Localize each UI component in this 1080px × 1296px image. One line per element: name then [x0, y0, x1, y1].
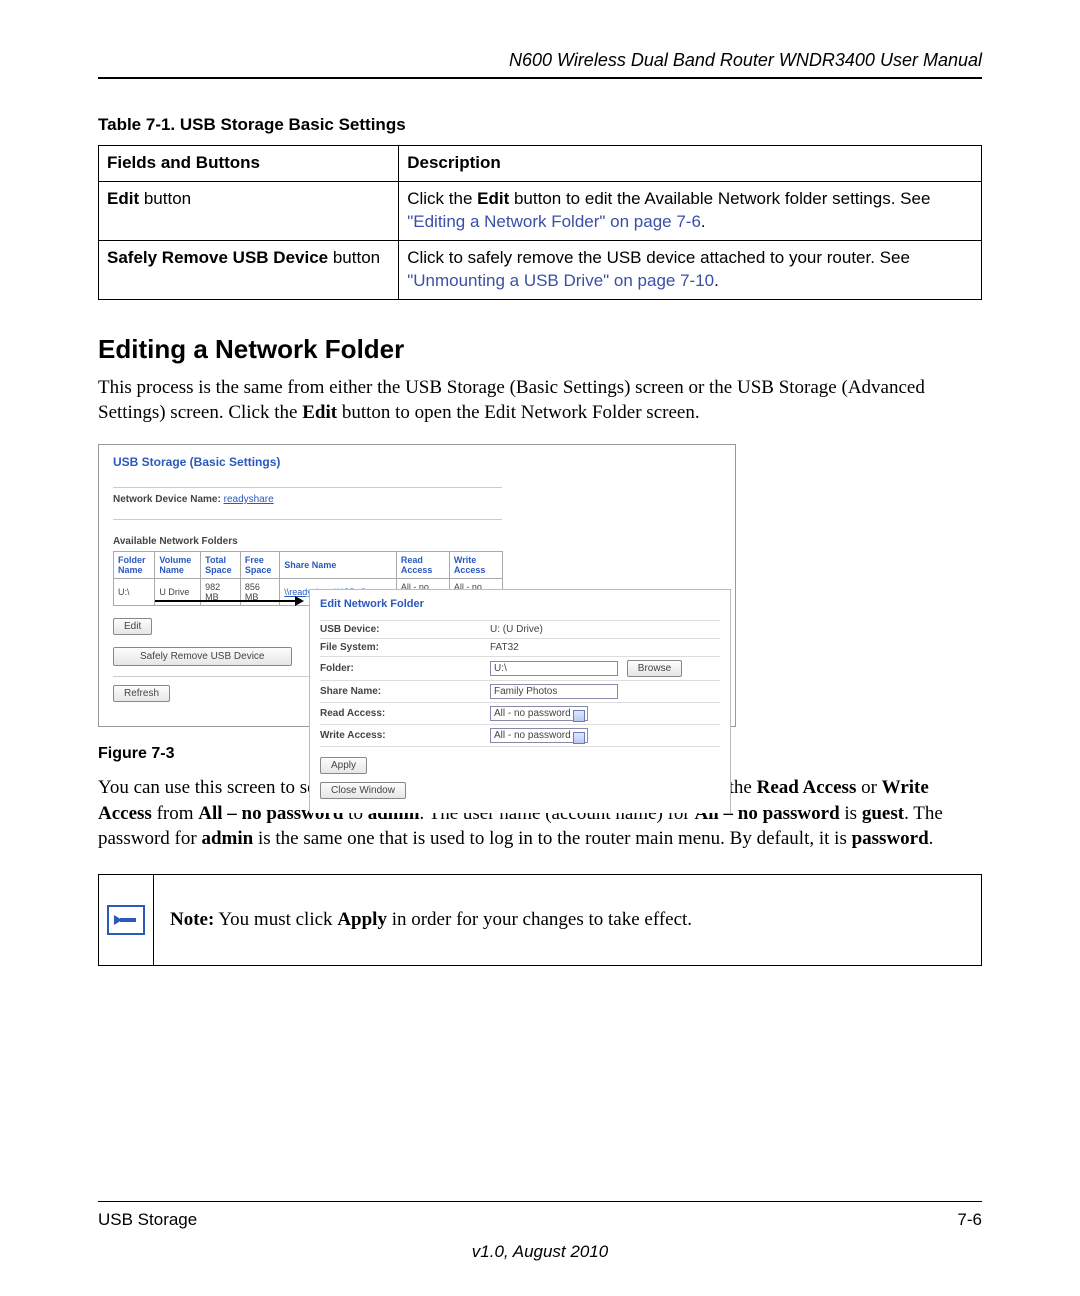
close-window-button[interactable]: Close Window	[320, 782, 406, 799]
table-row: Safely Remove USB Device button Click to…	[99, 240, 982, 299]
screenshot: USB Storage (Basic Settings) Network Dev…	[98, 444, 736, 727]
ub9: password	[852, 828, 929, 849]
col-free: Free Space	[240, 551, 279, 578]
settings-table: Fields and Buttons Description Edit butt…	[98, 145, 982, 300]
safely-remove-button[interactable]: Safely Remove USB Device	[113, 647, 292, 666]
intro-paragraph: This process is the same from either the…	[98, 375, 982, 426]
readaccess-label: Read Access:	[320, 708, 490, 719]
footer-version: v1.0, August 2010	[98, 1242, 982, 1262]
folder-label: Folder:	[320, 663, 490, 674]
available-folders-label: Available Network Folders	[113, 536, 502, 547]
cell-folder: U:\	[114, 578, 155, 605]
filesystem-value: FAT32	[490, 642, 519, 653]
row2-link[interactable]: "Unmounting a USB Drive" on page 7-10	[407, 271, 714, 290]
row1-label-strong: Edit	[107, 189, 139, 208]
apply-button[interactable]: Apply	[320, 757, 367, 774]
up9: is the same one that is used to log in t…	[253, 828, 851, 849]
row1-d1: Click the	[407, 189, 477, 208]
row2-d1: Click to safely remove the USB device at…	[407, 248, 910, 267]
col-volume: Volume Name	[155, 551, 201, 578]
th-fields: Fields and Buttons	[99, 146, 399, 182]
note-label: Note:	[170, 909, 214, 930]
row1-link[interactable]: "Editing a Network Folder" on page 7-6	[407, 212, 701, 231]
row2-label-strong: Safely Remove USB Device	[107, 248, 328, 267]
netname-label: Network Device Name:	[113, 494, 224, 505]
ub2: Read Access	[757, 777, 857, 798]
note-rest: in order for your changes to take effect…	[387, 909, 692, 930]
folder-input[interactable]: U:\	[490, 661, 618, 676]
up7: is	[840, 803, 862, 824]
writeaccess-select[interactable]: All - no password	[490, 728, 588, 743]
row1-d3: button to edit the Available Network fol…	[509, 189, 930, 208]
screenshot-title: USB Storage (Basic Settings)	[113, 455, 502, 469]
page-header: N600 Wireless Dual Band Router WNDR3400 …	[98, 50, 982, 79]
up10: .	[929, 828, 934, 849]
edit-network-folder-panel: Edit Network Folder USB Device: U: (U Dr…	[309, 589, 731, 813]
col-write: Write Access	[449, 551, 502, 578]
writeaccess-label: Write Access:	[320, 730, 490, 741]
row1-d4: .	[701, 212, 706, 231]
col-total: Total Space	[201, 551, 241, 578]
readaccess-select[interactable]: All - no password	[490, 706, 588, 721]
note-box: Note: You must click Apply in order for …	[98, 874, 982, 966]
arrow-line	[155, 600, 295, 602]
filesystem-label: File System:	[320, 642, 490, 653]
note-icon-cell	[99, 875, 154, 965]
edit-panel-title: Edit Network Folder	[320, 598, 720, 610]
ub7: guest	[862, 803, 904, 824]
table-caption: Table 7-1. USB Storage Basic Settings	[98, 115, 982, 135]
netname-value[interactable]: readyshare	[224, 494, 274, 505]
col-share: Share Name	[280, 551, 397, 578]
up4: from	[152, 803, 198, 824]
row1-label-rest: button	[139, 189, 191, 208]
intro-b1: Edit	[302, 402, 337, 423]
table-row: Edit button Click the Edit button to edi…	[99, 181, 982, 240]
note-text: You must click	[214, 909, 337, 930]
footer-right: 7-6	[957, 1210, 982, 1230]
row2-label-rest: button	[328, 248, 380, 267]
sharename-input[interactable]: Family Photos	[490, 684, 618, 699]
arrow-note-icon	[107, 905, 145, 935]
note-bold: Apply	[337, 909, 387, 930]
edit-button[interactable]: Edit	[113, 618, 152, 635]
ub8: admin	[201, 828, 253, 849]
row1-d2: Edit	[477, 189, 509, 208]
footer-left: USB Storage	[98, 1210, 197, 1230]
page-footer: USB Storage 7-6 v1.0, August 2010	[98, 1201, 982, 1262]
intro-p2: button to open the Edit Network Folder s…	[337, 402, 700, 423]
browse-button[interactable]: Browse	[627, 660, 682, 677]
col-read: Read Access	[396, 551, 449, 578]
up3: or	[856, 777, 881, 798]
col-folder: Folder Name	[114, 551, 155, 578]
section-heading: Editing a Network Folder	[98, 334, 982, 365]
refresh-button[interactable]: Refresh	[113, 685, 170, 702]
arrow-icon	[295, 596, 304, 606]
th-description: Description	[399, 146, 982, 182]
sharename-label: Share Name:	[320, 686, 490, 697]
row2-d2: .	[714, 271, 719, 290]
usb-device-value: U: (U Drive)	[490, 624, 543, 635]
usb-device-label: USB Device:	[320, 624, 490, 635]
